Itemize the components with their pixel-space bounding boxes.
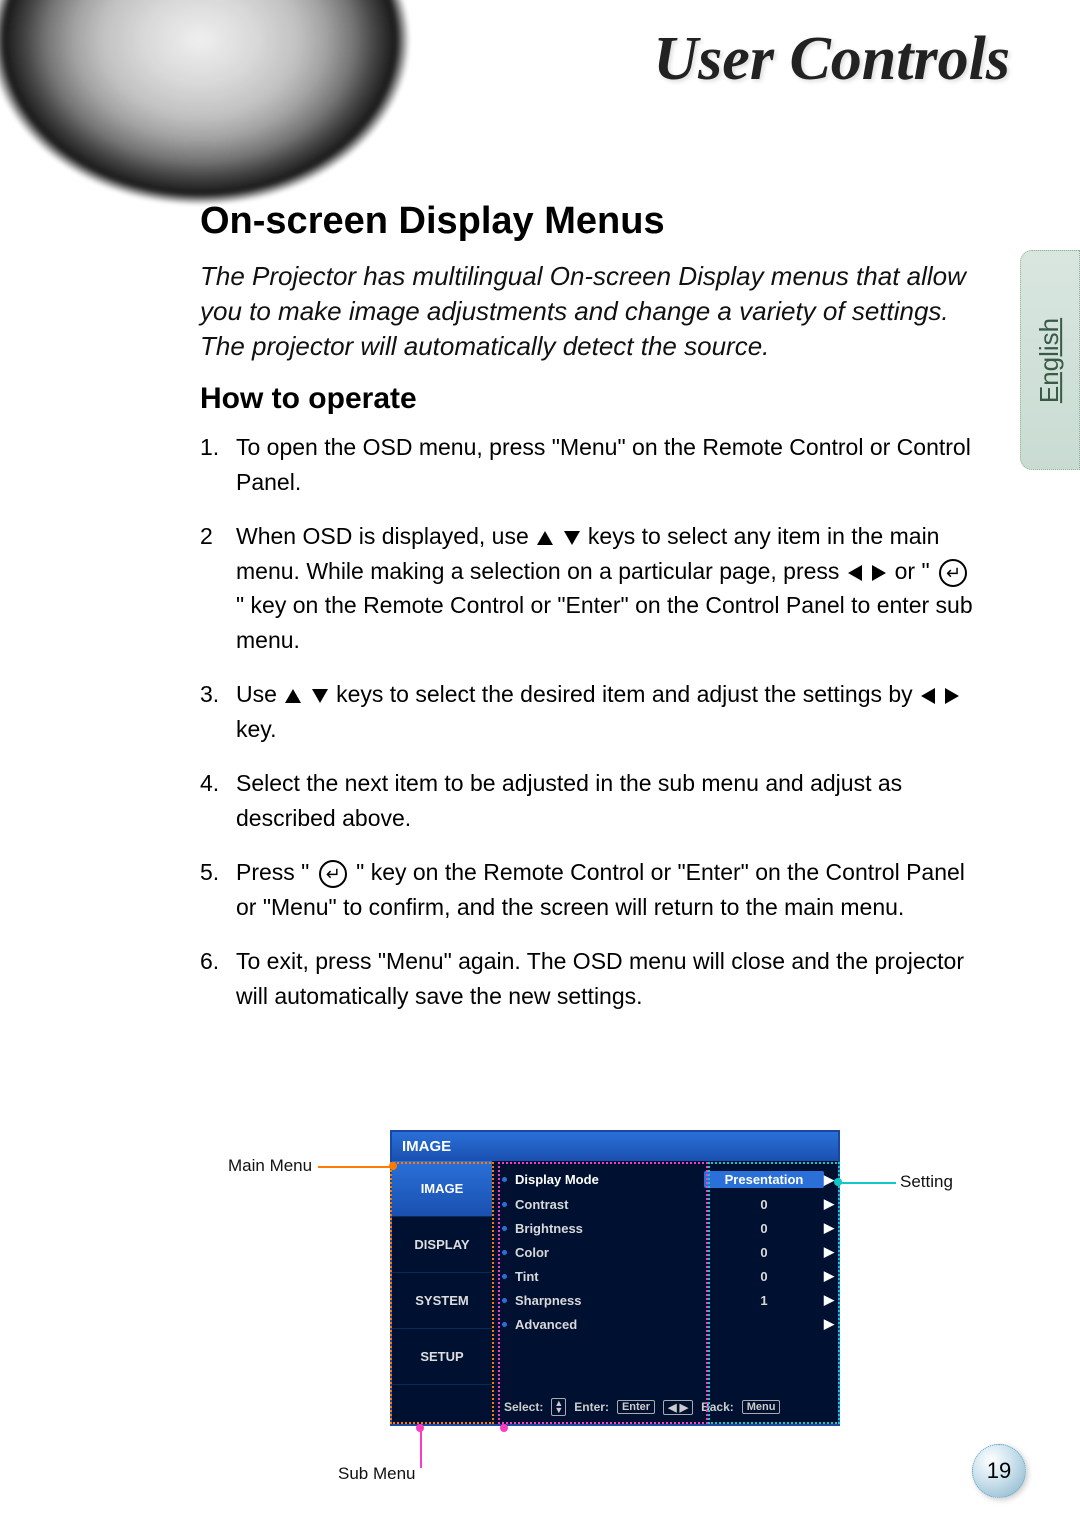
down-arrow-icon — [312, 689, 328, 703]
callout-dot — [834, 1178, 842, 1186]
step-2-text-c: or " — [895, 558, 936, 584]
chevron-right-icon: ▶ — [824, 1268, 834, 1284]
bullet-icon — [502, 1322, 507, 1327]
osd-row: Color0▶ — [502, 1240, 834, 1264]
down-arrow-icon — [564, 531, 580, 545]
chevron-right-icon: ▶ — [824, 1172, 834, 1188]
enter-key-icon — [319, 860, 347, 888]
osd-row-label: Color — [515, 1245, 704, 1260]
step-2-text-d: " key on the Remote Control or "Enter" o… — [236, 592, 973, 653]
osd-main-menu: IMAGE DISPLAY SYSTEM SETUP — [392, 1161, 492, 1424]
step-2-text-a: When OSD is displayed, use — [236, 523, 535, 549]
osd-tab-display: DISPLAY — [392, 1217, 492, 1273]
left-arrow-icon — [848, 565, 862, 581]
bullet-icon — [502, 1250, 507, 1255]
osd-tab-system: SYSTEM — [392, 1273, 492, 1329]
osd-row-label: Advanced — [515, 1317, 704, 1332]
osd-footer: Select: ▲▼ Enter: Enter ◀ ▶ Back: Menu — [502, 1394, 834, 1420]
right-arrow-icon — [945, 688, 959, 704]
subsection-heading: How to operate — [200, 382, 980, 416]
chevron-right-icon: ▶ — [824, 1244, 834, 1260]
language-label: English — [1035, 317, 1066, 402]
chevron-right-icon: ▶ — [824, 1220, 834, 1236]
step-3-text-a: Use — [236, 681, 283, 707]
step-3: Use keys to select the desired item and … — [200, 677, 980, 746]
callout-main-menu: Main Menu — [228, 1156, 312, 1176]
step-3-text-c: key. — [236, 716, 276, 742]
right-arrow-icon — [872, 565, 886, 581]
chevron-right-icon: ▶ — [824, 1196, 834, 1212]
section-intro: The Projector has multilingual On-screen… — [200, 259, 980, 364]
callout-setting: Setting — [900, 1172, 953, 1192]
bullet-icon — [502, 1202, 507, 1207]
left-arrow-icon — [921, 688, 935, 704]
osd-row-value: 1 — [704, 1293, 824, 1308]
osd-footer-enter: Enter: — [574, 1400, 609, 1414]
osd-tab-setup: SETUP — [392, 1329, 492, 1385]
chevron-right-icon: ▶ — [824, 1292, 834, 1308]
leftright-keys-icon: ◀ ▶ — [663, 1400, 693, 1415]
osd-row-label: Brightness — [515, 1221, 704, 1236]
callout-sub-menu: Sub Menu — [338, 1464, 416, 1484]
page-number: 19 — [972, 1444, 1026, 1498]
osd-row: Contrast0▶ — [502, 1192, 834, 1216]
step-5-text-a: Press " — [236, 859, 316, 885]
osd-footer-back: Back: — [701, 1400, 734, 1414]
osd-row-label: Sharpness — [515, 1293, 704, 1308]
up-arrow-icon — [285, 689, 301, 703]
osd-row: Tint0▶ — [502, 1264, 834, 1288]
bullet-icon — [502, 1177, 507, 1182]
menu-key-label: Menu — [742, 1400, 781, 1414]
updown-keys-icon: ▲▼ — [551, 1398, 566, 1416]
bullet-icon — [502, 1274, 507, 1279]
osd-tab-image: IMAGE — [392, 1161, 492, 1217]
osd-row: Brightness0▶ — [502, 1216, 834, 1240]
osd-row-label: Tint — [515, 1269, 704, 1284]
bullet-icon — [502, 1298, 507, 1303]
section-heading: On-screen Display Menus — [200, 200, 980, 243]
enter-key-label: Enter — [617, 1400, 655, 1414]
callout-dot — [389, 1162, 397, 1170]
step-5: Press " " key on the Remote Control or "… — [200, 855, 980, 924]
callout-line-setting — [840, 1182, 896, 1184]
osd-title-bar: IMAGE — [392, 1132, 838, 1161]
up-arrow-icon — [537, 531, 553, 545]
bullet-icon — [502, 1226, 507, 1231]
step-4: Select the next item to be adjusted in t… — [200, 766, 980, 835]
callout-line-main — [318, 1166, 390, 1168]
osd-row-value: Presentation — [704, 1171, 824, 1188]
callout-dot — [416, 1424, 424, 1432]
osd-footer-select: Select: — [504, 1400, 543, 1414]
step-2: When OSD is displayed, use keys to selec… — [200, 519, 980, 657]
osd-row: Sharpness1▶ — [502, 1288, 834, 1312]
osd-row: Display ModePresentation▶ — [502, 1167, 834, 1192]
step-3-text-b: keys to select the desired item and adju… — [336, 681, 919, 707]
osd-row-label: Contrast — [515, 1197, 704, 1212]
osd-row-value: 0 — [704, 1245, 824, 1260]
osd-row-value: 0 — [704, 1221, 824, 1236]
osd-screenshot: IMAGE IMAGE DISPLAY SYSTEM SETUP Display… — [390, 1130, 840, 1426]
step-6: To exit, press "Menu" again. The OSD men… — [200, 944, 980, 1013]
chevron-right-icon: ▶ — [824, 1316, 834, 1332]
osd-row-label: Display Mode — [515, 1172, 704, 1187]
osd-sub-menu: Display ModePresentation▶Contrast0▶Brigh… — [492, 1161, 838, 1424]
callout-line-sub-v — [420, 1428, 422, 1468]
osd-row-value: 0 — [704, 1197, 824, 1212]
callout-dot — [500, 1424, 508, 1432]
osd-row: Advanced ▶ — [502, 1312, 834, 1336]
osd-row-value: 0 — [704, 1269, 824, 1284]
enter-key-icon — [939, 559, 967, 587]
step-1: To open the OSD menu, press "Menu" on th… — [200, 430, 980, 499]
steps-list: To open the OSD menu, press "Menu" on th… — [200, 430, 980, 1013]
language-tab: English — [1020, 250, 1080, 470]
page-header-title: User Controls — [653, 24, 1010, 95]
callout-line-sub — [420, 1468, 422, 1470]
